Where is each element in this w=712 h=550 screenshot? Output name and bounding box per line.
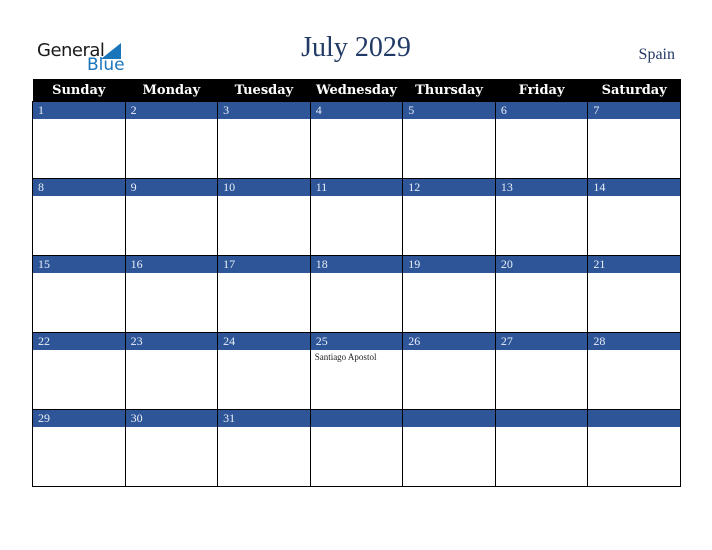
day-number: 9 [125, 179, 218, 196]
day-cell[interactable]: 14 [587, 178, 681, 256]
day-cell[interactable]: 27 [494, 332, 589, 410]
day-number: 7 [588, 102, 680, 119]
weekday-header-row: Sunday Monday Tuesday Wednesday Thursday… [32, 79, 681, 102]
day-cell[interactable]: 3 [217, 101, 311, 179]
day-cell[interactable]: 15 [32, 255, 126, 333]
day-number: 12 [403, 179, 495, 196]
day-cell[interactable] [402, 409, 496, 487]
day-cell[interactable]: 30 [124, 409, 219, 487]
day-cell[interactable]: 26 [402, 332, 496, 410]
day-number: 30 [125, 410, 218, 427]
day-cell[interactable]: 22 [32, 332, 126, 410]
day-number: 21 [588, 256, 680, 273]
day-cell[interactable]: 5 [402, 101, 496, 179]
day-number: 1 [33, 102, 125, 119]
day-number: 27 [495, 333, 588, 350]
day-cell[interactable]: 12 [402, 178, 496, 256]
day-number: 28 [588, 333, 680, 350]
day-cell[interactable]: 18 [309, 255, 404, 333]
day-number: 5 [403, 102, 495, 119]
day-cell[interactable]: 31 [217, 409, 311, 487]
day-number: 29 [33, 410, 125, 427]
day-cell[interactable] [309, 409, 404, 487]
day-cell[interactable]: 1 [32, 101, 126, 179]
day-number: 2 [125, 102, 218, 119]
day-cell[interactable]: 16 [124, 255, 219, 333]
day-cell[interactable]: 2 [124, 101, 219, 179]
day-number: 22 [33, 333, 125, 350]
day-number: 24 [218, 333, 310, 350]
day-cell[interactable]: 28 [587, 332, 681, 410]
day-number: 16 [125, 256, 218, 273]
day-number: 10 [218, 179, 310, 196]
day-cell[interactable]: 25 Santiago Apostol [309, 332, 404, 410]
day-number: 25 [310, 333, 403, 350]
weekday-header: Friday [495, 79, 588, 102]
day-cell[interactable]: 17 [217, 255, 311, 333]
day-cell[interactable]: 6 [494, 101, 589, 179]
day-cell[interactable]: 8 [32, 178, 126, 256]
day-number: 23 [125, 333, 218, 350]
day-number: 11 [310, 179, 403, 196]
day-number: 6 [495, 102, 588, 119]
day-number: 20 [495, 256, 588, 273]
day-number: 14 [588, 179, 680, 196]
week-row: 29 30 31 [32, 409, 681, 487]
day-number: 17 [218, 256, 310, 273]
day-cell[interactable] [587, 409, 681, 487]
day-cell[interactable]: 21 [587, 255, 681, 333]
day-number: 13 [495, 179, 588, 196]
day-number: 19 [403, 256, 495, 273]
day-number [310, 410, 403, 427]
day-cell[interactable]: 20 [494, 255, 589, 333]
day-number: 3 [218, 102, 310, 119]
day-cell[interactable]: 11 [309, 178, 404, 256]
week-row: 22 23 24 25 Santiago Apostol 26 27 28 [32, 332, 681, 410]
day-cell[interactable]: 9 [124, 178, 219, 256]
day-cell[interactable]: 7 [587, 101, 681, 179]
day-cell[interactable]: 19 [402, 255, 496, 333]
day-number: 15 [33, 256, 125, 273]
week-row: 15 16 17 18 19 20 21 [32, 255, 681, 333]
page-title: July 2029 [301, 32, 411, 63]
calendar-grid: Sunday Monday Tuesday Wednesday Thursday… [32, 79, 681, 487]
holiday-label: Santiago Apostol [314, 352, 377, 362]
country-label: Spain [638, 46, 675, 63]
day-number: 26 [403, 333, 495, 350]
weekday-header: Tuesday [217, 79, 311, 102]
day-number: 18 [310, 256, 403, 273]
day-cell[interactable]: 13 [494, 178, 589, 256]
day-cell[interactable]: 10 [217, 178, 311, 256]
day-cell[interactable]: 23 [124, 332, 219, 410]
weekday-header: Saturday [587, 79, 681, 102]
day-number [588, 410, 680, 427]
day-number: 8 [33, 179, 125, 196]
day-number: 4 [310, 102, 403, 119]
weekday-header: Monday [125, 79, 218, 102]
weekday-header: Thursday [402, 79, 496, 102]
weekday-header: Wednesday [310, 79, 403, 102]
day-number: 31 [218, 410, 310, 427]
week-row: 1234567 [32, 101, 681, 179]
day-cell[interactable]: 29 [32, 409, 126, 487]
day-cell[interactable] [494, 409, 589, 487]
day-cell[interactable]: 4 [309, 101, 404, 179]
week-row: 8 9 10 11 12 13 14 [32, 178, 681, 256]
day-cell[interactable]: 24 [217, 332, 311, 410]
day-number [495, 410, 588, 427]
weekday-header: Sunday [32, 79, 126, 102]
day-number [403, 410, 495, 427]
